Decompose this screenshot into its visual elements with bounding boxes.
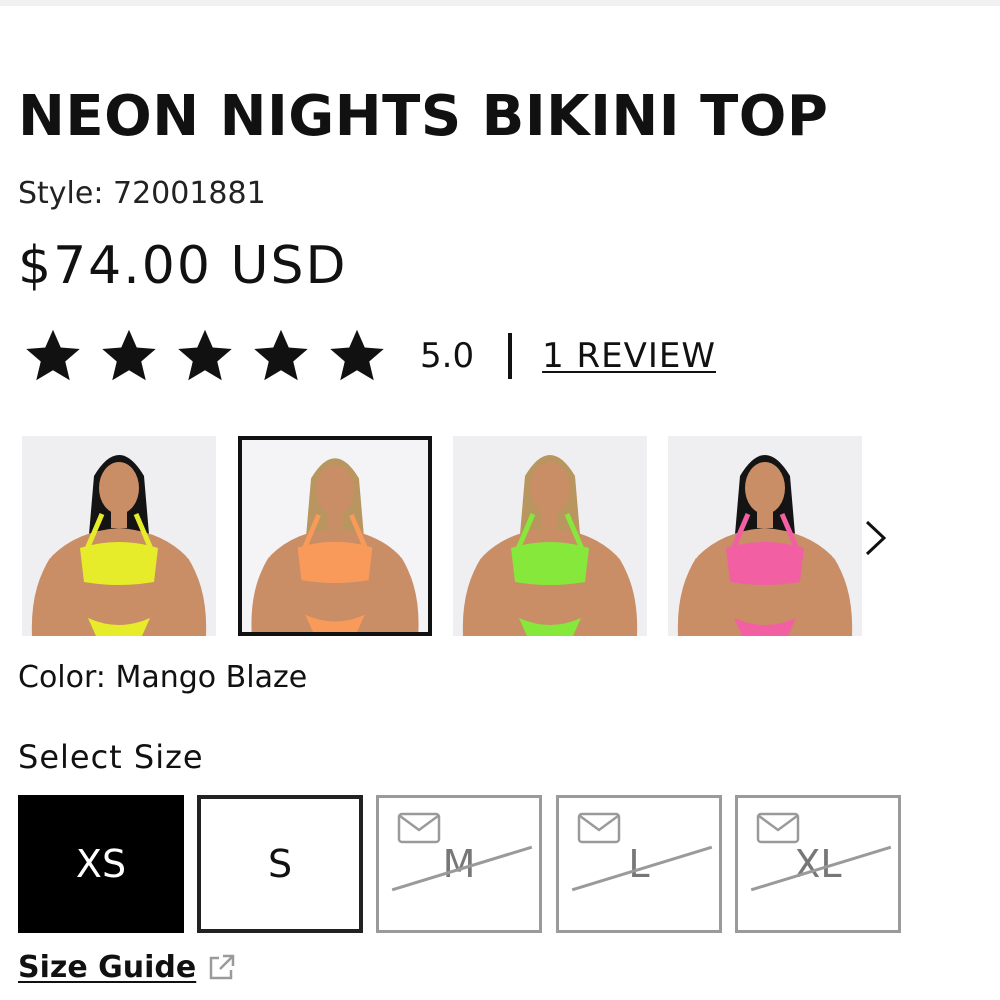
reviews-link[interactable]: 1 REVIEW: [542, 336, 716, 376]
envelope-icon[interactable]: [756, 812, 800, 844]
size-option-m[interactable]: M: [376, 795, 542, 933]
product-title: NEON NIGHTS BIKINI TOP: [18, 84, 829, 149]
star-icon: [102, 329, 156, 381]
rating-value: 5.0: [420, 336, 475, 376]
size-guide-label: Size Guide: [18, 950, 197, 985]
size-guide-link[interactable]: Size Guide: [18, 950, 236, 985]
product-price: $74.00 USD: [18, 236, 348, 296]
size-label: S: [267, 842, 293, 886]
model-image: [31, 455, 207, 636]
chevron-right-icon[interactable]: [858, 518, 892, 558]
rating-row: 5.0 1 REVIEW: [20, 326, 716, 386]
size-option-xl[interactable]: XL: [735, 795, 901, 933]
star-icon: [330, 329, 384, 381]
size-option-xs[interactable]: XS: [18, 795, 184, 933]
envelope-icon[interactable]: [397, 812, 441, 844]
size-heading: Select Size: [18, 738, 204, 776]
thumbnail-orange[interactable]: [238, 436, 432, 636]
star-icon: [178, 329, 232, 381]
rating-divider: [508, 333, 513, 379]
style-number: Style: 72001881: [18, 176, 266, 211]
thumbnail-pink[interactable]: [668, 436, 862, 636]
thumbnail-green[interactable]: [453, 436, 647, 636]
size-option-l[interactable]: L: [556, 795, 722, 933]
star-icon: [254, 329, 308, 381]
product-gallery: [22, 436, 902, 636]
size-option-s[interactable]: S: [197, 795, 363, 933]
model-image: [462, 455, 638, 636]
top-bar: [0, 0, 1000, 6]
star-icon: [26, 329, 80, 381]
envelope-icon[interactable]: [577, 812, 621, 844]
model-image: [677, 455, 853, 636]
selected-color: Color: Mango Blaze: [18, 660, 308, 695]
size-label: XS: [75, 842, 127, 886]
thumbnail-yellow[interactable]: [22, 436, 216, 636]
model-image: [251, 458, 419, 632]
external-link-icon: [209, 954, 235, 979]
size-label: L: [628, 842, 650, 886]
